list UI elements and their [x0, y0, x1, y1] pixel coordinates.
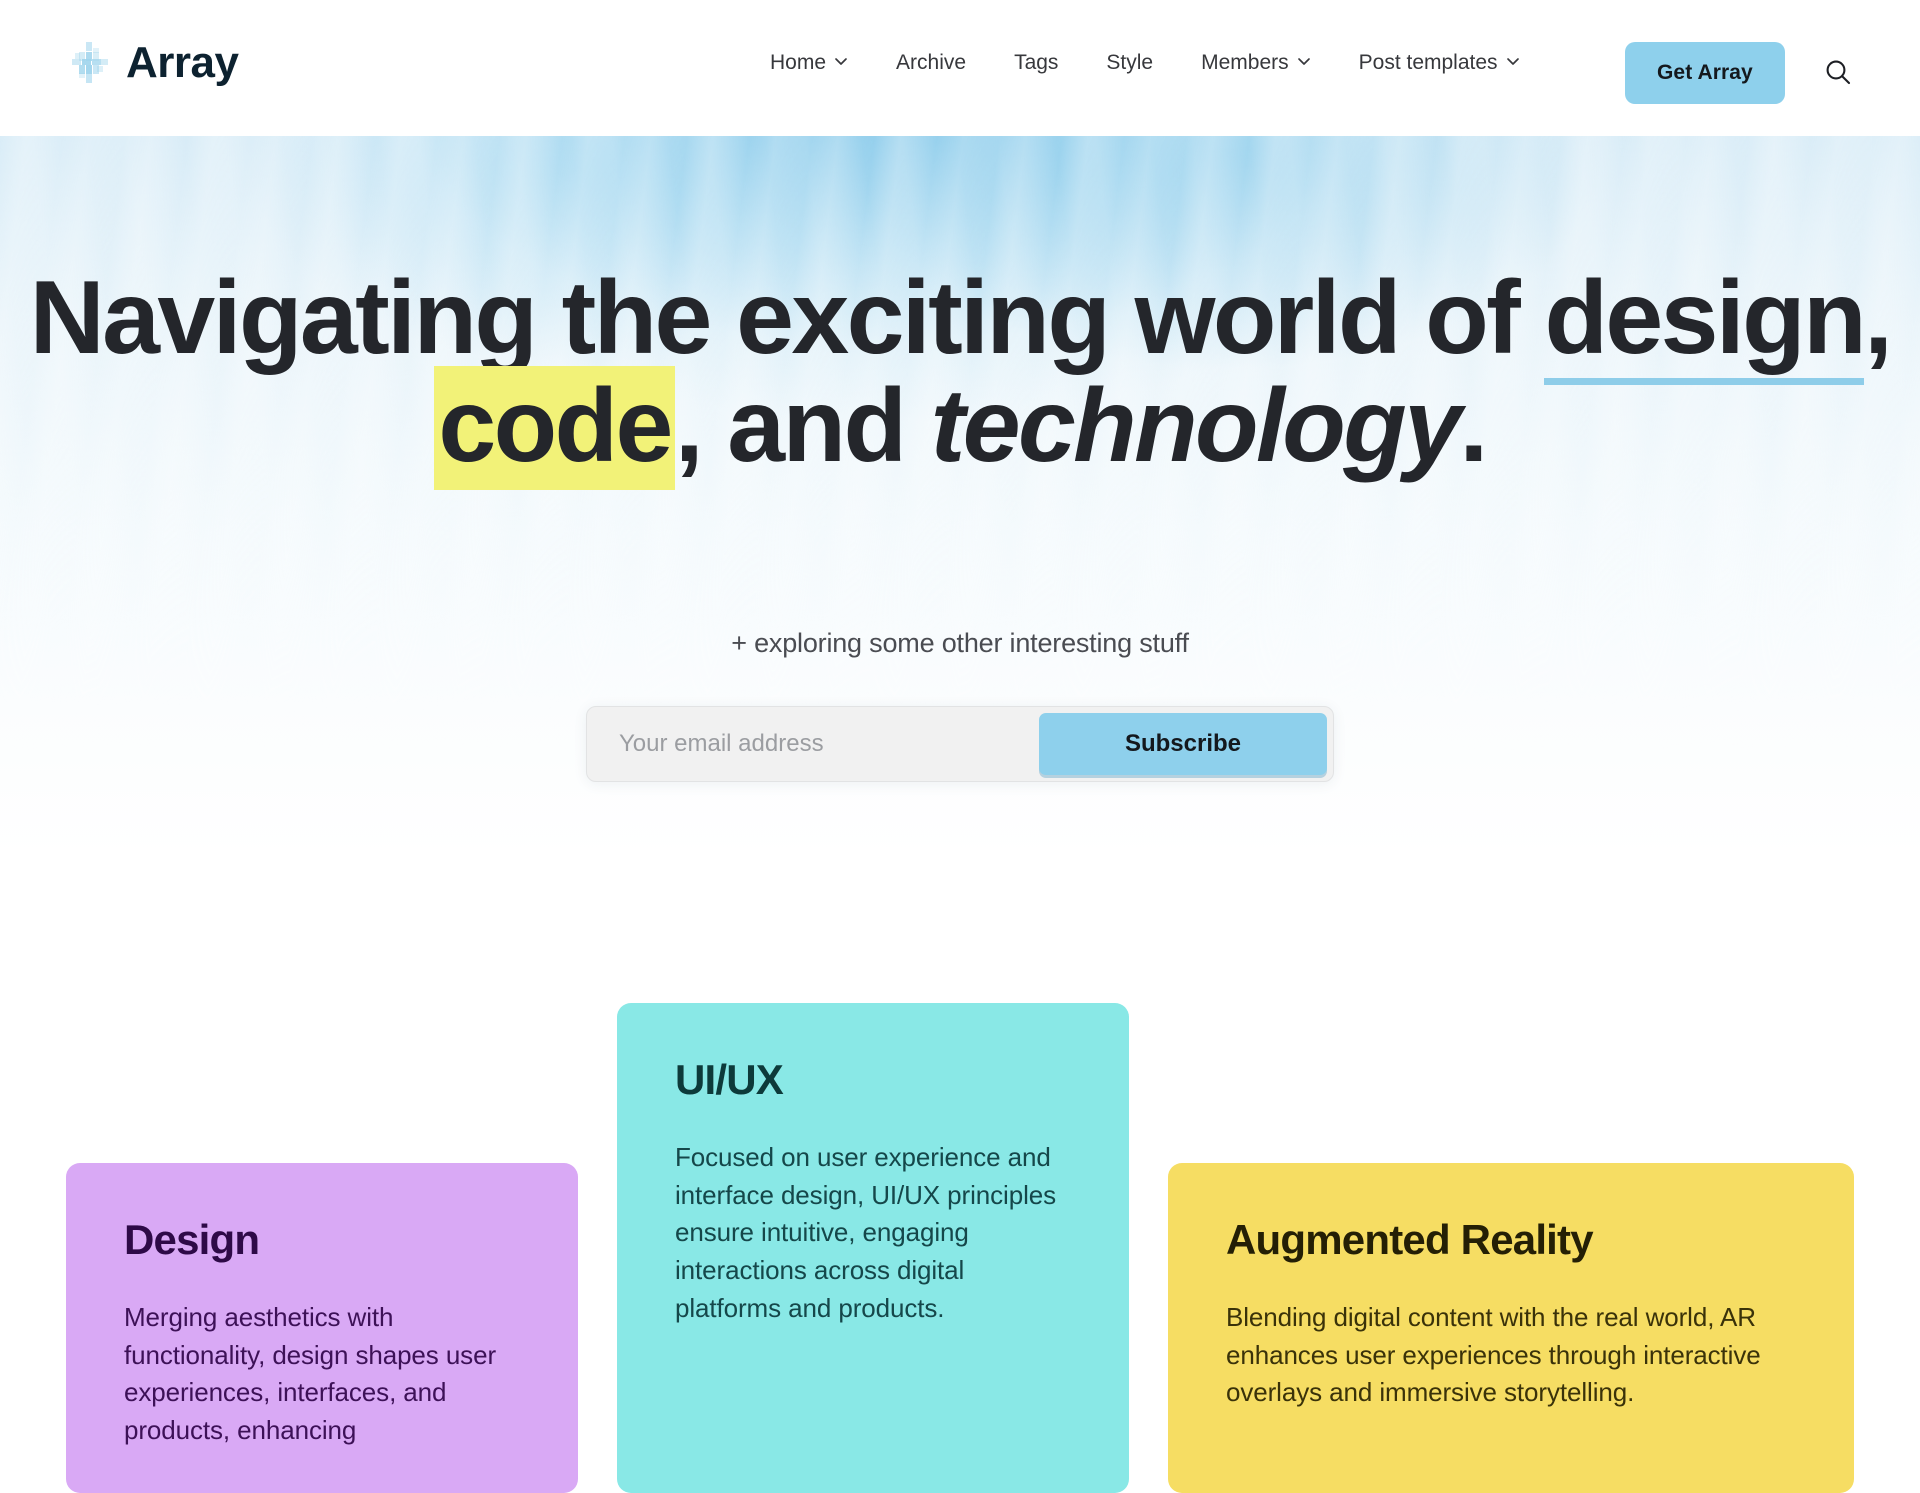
card-body: Focused on user experience and interface… — [675, 1142, 1057, 1323]
card-body: Blending digital content with the real w… — [1226, 1302, 1761, 1408]
card-title: Design — [124, 1216, 260, 1263]
card-title: Augmented Reality — [1226, 1216, 1594, 1263]
nav-label: Home — [770, 51, 827, 74]
chevron-down-icon — [834, 54, 848, 68]
subscribe-form: Subscribe — [586, 706, 1334, 782]
title-text-lead: Navigating the exciting world of — [29, 260, 1545, 376]
title-text-and: and — [700, 368, 931, 485]
title-word-design: design — [1544, 260, 1867, 385]
card-ui-ux[interactable]: UI/UX Focused on user experience and int… — [617, 1003, 1129, 1493]
title-word-technology: technology — [930, 368, 1462, 485]
title-comma-2: , — [674, 368, 704, 485]
main-navigation: Home Archive Tags Style Members Post tem… — [770, 52, 1544, 73]
nav-label: Post templates — [1358, 51, 1498, 74]
nav-item-archive[interactable]: Archive — [872, 52, 990, 73]
hero-section: Navigating the exciting world of design,… — [0, 136, 1920, 996]
nav-item-post-templates[interactable]: Post templates — [1335, 52, 1544, 73]
page-title: Navigating the exciting world of design,… — [0, 260, 1920, 491]
subscribe-button[interactable]: Subscribe — [1039, 713, 1327, 775]
card-augmented-reality[interactable]: Augmented Reality Blending digital conte… — [1168, 1163, 1854, 1493]
title-period: . — [1459, 368, 1488, 485]
card-design[interactable]: Design Merging aesthetics with functiona… — [66, 1163, 578, 1493]
site-header: Array Home Archive Tags Style Members Po… — [0, 0, 1920, 136]
chevron-down-icon — [1506, 54, 1520, 68]
get-array-button[interactable]: Get Array — [1625, 42, 1785, 104]
card-body: Merging aesthetics with functionality, d… — [124, 1302, 496, 1446]
nav-label: Style — [1106, 51, 1154, 74]
search-button[interactable] — [1815, 50, 1861, 96]
hero-subtitle: + exploring some other interesting stuff — [731, 628, 1189, 658]
nav-item-tags[interactable]: Tags — [990, 52, 1082, 73]
nav-label: Archive — [896, 51, 967, 74]
nav-label: Members — [1201, 51, 1289, 74]
nav-item-members[interactable]: Members — [1177, 52, 1335, 73]
chevron-down-icon — [1297, 54, 1311, 68]
email-input[interactable] — [593, 713, 1039, 775]
title-word-code: code — [434, 366, 675, 491]
nav-item-home[interactable]: Home — [770, 52, 872, 73]
search-icon — [1823, 57, 1853, 90]
nav-label: Tags — [1014, 51, 1059, 74]
pinwheel-logo-icon — [66, 40, 112, 86]
title-comma-1: , — [1864, 260, 1893, 376]
brand-logo-link[interactable]: Array — [66, 38, 239, 87]
nav-item-style[interactable]: Style — [1082, 52, 1177, 73]
brand-name: Array — [126, 38, 239, 87]
card-title: UI/UX — [675, 1056, 784, 1103]
